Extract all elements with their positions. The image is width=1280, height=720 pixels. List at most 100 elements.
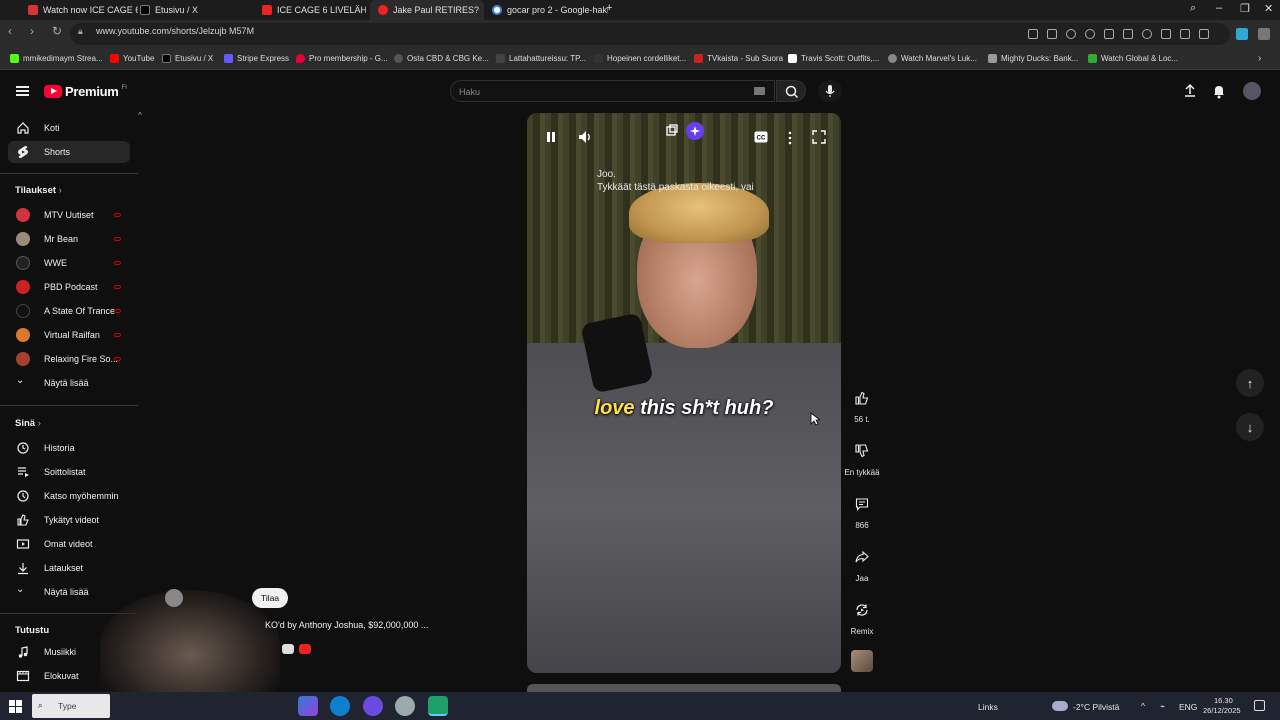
url-text[interactable]: www.youtube.com/shorts/Jelzujb M57M — [96, 26, 254, 36]
download-icon[interactable] — [1161, 29, 1171, 39]
new-tab-icon[interactable]: + — [606, 2, 612, 14]
edge-browser-icon[interactable] — [330, 696, 350, 716]
more-options-icon[interactable] — [787, 131, 793, 145]
chevron-up-icon[interactable]: ^ — [1141, 701, 1145, 711]
forward-icon[interactable]: › — [30, 24, 34, 38]
pause-icon[interactable] — [545, 131, 557, 143]
search-button[interactable] — [776, 80, 806, 102]
voice-search-button[interactable] — [818, 80, 842, 102]
bookmark-item[interactable]: Travis Scott: Outfits,... — [788, 54, 879, 63]
links-toolbar[interactable]: Links — [978, 702, 998, 712]
account-avatar[interactable] — [1243, 82, 1261, 100]
next-short-button[interactable]: ↓ — [1236, 413, 1264, 441]
bookmark-item[interactable]: Osta CBD & CBG Ke... — [394, 54, 489, 63]
dislike-button[interactable]: En tykkää — [843, 438, 881, 477]
like-button[interactable]: 56 t. — [843, 385, 881, 424]
heart-icon[interactable] — [1142, 29, 1152, 39]
sound-thumbnail[interactable] — [851, 650, 873, 672]
copilot-icon[interactable] — [1236, 28, 1248, 40]
browser-tab[interactable]: Etusivu / X — [132, 0, 250, 20]
previous-short-button[interactable]: ↑ — [1236, 369, 1264, 397]
fullscreen-icon[interactable] — [812, 130, 826, 144]
sidebar-item-subscription[interactable]: PBD Podcast — [8, 276, 130, 298]
browser-tab[interactable]: ICE CAGE 6 LIVELÄHETYS — [254, 0, 366, 20]
youtube-premium-logo[interactable]: Premium FI — [44, 84, 127, 99]
language-indicator[interactable]: ENG — [1179, 702, 1197, 712]
back-icon[interactable]: ‹ — [8, 24, 12, 38]
menu-icon[interactable] — [1180, 29, 1190, 39]
sidebar-item-playlists[interactable]: Soittolistat — [8, 461, 130, 483]
extension-icon[interactable] — [1066, 29, 1076, 39]
sidebar-item-liked-videos[interactable]: Tykätyt videot — [8, 509, 130, 531]
shorts-video-player[interactable]: CC Joo. Tykkäät tästä paskasta oikeesti,… — [527, 113, 841, 673]
app-icon[interactable] — [363, 696, 383, 716]
channel-avatar[interactable] — [165, 589, 183, 607]
sidebar-show-more[interactable]: ⌄ Näytä lisää — [8, 581, 130, 603]
sidebar-item-subscription[interactable]: MTV Uutiset — [8, 204, 130, 226]
ai-sparkle-button[interactable] — [686, 122, 704, 140]
bookmark-item[interactable]: Mighty Ducks: Bank... — [988, 54, 1078, 63]
profile-icon[interactable] — [1199, 29, 1209, 39]
sidebar-item-subscription[interactable]: WWE — [8, 252, 130, 274]
browser-tab[interactable]: Watch now ICE CAGE 6 | L — [20, 0, 138, 20]
bookmark-item[interactable]: Lattahattureissu: TP... — [496, 54, 586, 63]
sidebar-item-your-videos[interactable]: Omat videot — [8, 533, 130, 555]
notifications-bell-icon[interactable] — [1211, 83, 1227, 99]
subscriptions-heading[interactable]: Tilaukset › — [15, 185, 62, 196]
browser-tab[interactable]: gocar pro 2 - Google-haku — [484, 0, 608, 20]
lock-icon[interactable]: 🔒︎ — [78, 26, 83, 37]
subscribe-button[interactable]: Tilaa — [252, 588, 288, 608]
reload-icon[interactable]: ↻ — [52, 24, 62, 38]
bookmark-item[interactable]: Pro membership - G... — [296, 54, 388, 63]
you-heading[interactable]: Sinä › — [15, 418, 41, 429]
keyboard-icon[interactable] — [754, 87, 765, 95]
bookmark-item[interactable]: mmikedimaym Strea... — [10, 54, 103, 63]
sidebar-show-more[interactable]: ⌄ Näytä lisää — [8, 372, 130, 394]
comments-button[interactable]: 866 — [843, 491, 881, 530]
collapse-chevron-icon[interactable]: ^ — [138, 111, 142, 120]
taskbar-search-box[interactable]: ⌕ Type — [32, 694, 110, 718]
bookmark-item[interactable]: Watch Global & Loc... — [1088, 54, 1178, 63]
bookmark-item[interactable]: YouTube — [110, 54, 154, 63]
extension-icon[interactable] — [1104, 29, 1114, 39]
sidebar-item-subscription[interactable]: Virtual Railfan — [8, 324, 130, 346]
edit-icon[interactable] — [1047, 29, 1057, 39]
close-window-icon[interactable]: ✕ — [1264, 2, 1273, 15]
sidebar-item-shorts[interactable]: Shorts — [8, 141, 130, 163]
closed-captions-icon[interactable]: CC — [754, 131, 768, 143]
upload-icon[interactable] — [1182, 83, 1198, 99]
hamburger-menu-icon[interactable] — [16, 86, 29, 96]
volume-icon[interactable] — [578, 130, 592, 144]
remix-button[interactable]: Remix — [843, 597, 881, 636]
sidebar-item-watch-later[interactable]: Katso myöhemmin — [8, 485, 130, 507]
app-icon[interactable] — [395, 696, 415, 716]
weather-text[interactable]: -2°C Pilvistä — [1073, 702, 1119, 712]
bookmark-item[interactable]: TVkaista - Sub Suora — [694, 54, 783, 63]
bookmark-item[interactable]: Watch Marvel's Luk... — [888, 54, 977, 63]
sidebar-item-downloads[interactable]: Lataukset — [8, 557, 130, 579]
bookmarks-overflow-icon[interactable]: › — [1258, 53, 1261, 64]
next-short-preview[interactable] — [527, 684, 841, 692]
windows-start-icon[interactable] — [9, 700, 22, 713]
sidebar-toggle-icon[interactable] — [1258, 28, 1270, 40]
clock-time[interactable]: 16.30 — [1214, 696, 1233, 705]
restore-icon[interactable]: ❐ — [1240, 2, 1250, 15]
bookmark-item[interactable]: Etusivu / X — [162, 54, 213, 63]
active-app-icon[interactable] — [428, 696, 448, 716]
copilot-app-icon[interactable] — [298, 696, 318, 716]
browser-tab-active[interactable]: Jake Paul RETIRES? — [370, 0, 484, 20]
network-icon[interactable]: ⌁ — [1160, 701, 1165, 712]
bookmark-item[interactable]: Hopeinen cordelliket... — [594, 54, 686, 63]
search-tabs-icon[interactable]: ⌕ — [1190, 2, 1196, 15]
bookmark-item[interactable]: Stripe Express — [224, 54, 289, 63]
clock-date[interactable]: 26/12/2025 — [1203, 706, 1241, 715]
zoom-icon[interactable] — [1028, 29, 1038, 39]
search-input[interactable] — [459, 84, 739, 99]
notification-center-icon[interactable] — [1254, 700, 1265, 711]
miniplayer-icon[interactable] — [666, 124, 678, 136]
sidebar-item-home[interactable]: Koti — [8, 117, 130, 139]
sidebar-item-subscription[interactable]: Mr Bean — [8, 228, 130, 250]
shield-icon[interactable] — [1085, 29, 1095, 39]
sidebar-item-subscription[interactable]: Relaxing Fire So... — [8, 348, 130, 370]
cast-icon[interactable] — [1123, 29, 1133, 39]
